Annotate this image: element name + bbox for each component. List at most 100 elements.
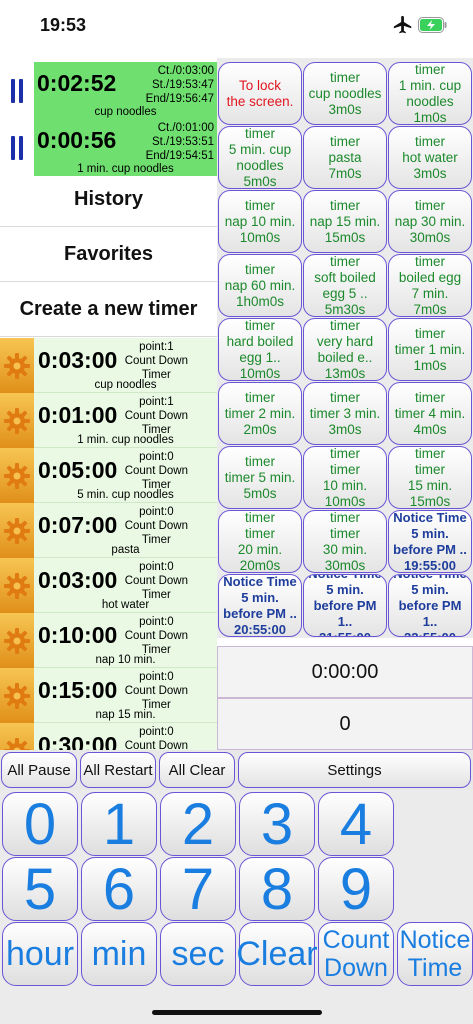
count-down-key[interactable]: Count Down xyxy=(318,922,394,986)
preset-line: 5m0s xyxy=(243,485,277,501)
hour-key[interactable]: hour xyxy=(2,922,78,986)
notice-time-key[interactable]: Notice Time xyxy=(397,922,473,986)
timer-item-body[interactable]: 0:03:00 point:0 Count Down Timer hot water xyxy=(34,558,217,613)
preset-line: 5m0s xyxy=(243,173,277,189)
running-timer[interactable]: 0:00:56 Ct./0:01:00 St./19:53:51 End/19:… xyxy=(0,119,217,176)
lock-screen-button[interactable]: To lock the screen. xyxy=(218,62,302,125)
timer-list-item[interactable]: 0:01:00 point:1 Count Down Timer 1 min. cup … xyxy=(0,393,217,448)
timer-item-body[interactable]: 0:07:00 point:0 Count Down Timer pasta xyxy=(34,503,217,558)
preset-line: timer 3 min. xyxy=(309,405,381,421)
settings-button[interactable]: Settings xyxy=(238,752,471,788)
gear-icon[interactable] xyxy=(0,448,34,503)
preset-line: timer 5 min. xyxy=(224,469,296,485)
timer-preset-button[interactable]: timer nap 10 min. 10m0s xyxy=(218,190,302,253)
timer-preset-button[interactable]: timer timer 3 min. 3m0s xyxy=(303,382,387,445)
gear-icon[interactable] xyxy=(0,668,34,723)
preset-line: timer xyxy=(330,318,360,333)
digit-key[interactable]: 3 xyxy=(239,792,315,857)
count-display: 0 xyxy=(217,698,473,750)
timer-preset-button[interactable]: timer timer 20 min. 20m0s xyxy=(218,510,302,573)
notice-preset-button[interactable]: Notice Time5 min.before PM1..22:55:00 xyxy=(388,574,472,637)
timer-preset-button[interactable]: timer timer 4 min. 4m0s xyxy=(388,382,472,445)
favorites-button[interactable]: Favorites xyxy=(0,228,217,282)
history-button[interactable]: History xyxy=(0,173,217,227)
timer-preset-button[interactable]: timer pasta 7m0s xyxy=(303,126,387,189)
timer-item-type: Count Down xyxy=(124,685,188,697)
preset-line: timer 1 min. xyxy=(394,341,466,357)
timer-list-item[interactable]: 0:03:00 point:0 Count Down Timer hot water xyxy=(0,558,217,613)
timer-list-item[interactable]: 0:30:00point:0Count DownTimer xyxy=(0,723,217,750)
pause-icon[interactable] xyxy=(0,119,34,176)
timer-preset-button[interactable]: timer timer 10 min. 10m0s xyxy=(303,446,387,509)
gear-icon[interactable] xyxy=(0,503,34,558)
timer-preset-button[interactable]: timer timer 1 min. 1m0s xyxy=(388,318,472,381)
preset-line: Notice Time xyxy=(389,575,471,582)
gear-icon[interactable] xyxy=(0,723,34,750)
timer-list-item[interactable]: 0:05:00 point:0 Count Down Timer 5 min. cup … xyxy=(0,448,217,503)
notice-preset-button[interactable]: Notice Time 5 min. before PM .. 19:55:00 xyxy=(388,510,472,573)
timer-item-body[interactable]: 0:15:00 point:0 Count Down Timer nap 15 min. xyxy=(34,668,217,723)
timer-preset-button[interactable]: timer hot water 3m0s xyxy=(388,126,472,189)
timer-preset-button[interactable]: timer very hard boiled e.. 13m0s xyxy=(303,318,387,381)
timer-preset-button[interactable]: timer timer 30 min. 30m0s xyxy=(303,510,387,573)
notice-preset-button[interactable]: Notice Time5 min.before PM1..21:55:00 xyxy=(303,574,387,637)
timer-list-item[interactable]: 0:07:00 point:0 Count Down Timer pasta xyxy=(0,503,217,558)
running-name: cup noodles xyxy=(94,106,157,118)
preset-line: 3m0s xyxy=(328,101,362,117)
timer-preset-button[interactable]: timer 5 min. cup noodles 5m0s xyxy=(218,126,302,189)
timer-item-body[interactable]: 0:30:00point:0Count DownTimer xyxy=(34,723,217,750)
preset-line: nap 10 min. xyxy=(224,213,296,229)
min-key[interactable]: min xyxy=(81,922,157,986)
preset-line: very hard xyxy=(316,333,374,349)
gear-icon[interactable] xyxy=(0,338,34,393)
gear-icon[interactable] xyxy=(0,393,34,448)
timer-preset-button[interactable]: timer nap 15 min. 15m0s xyxy=(303,190,387,253)
preset-line: timer xyxy=(415,325,445,341)
timer-item-point: point:0 xyxy=(139,561,174,573)
timer-preset-button[interactable]: timer nap 30 min. 30m0s xyxy=(388,190,472,253)
timer-item-body[interactable]: 0:01:00 point:1 Count Down Timer 1 min. cup … xyxy=(34,393,217,448)
timer-preset-button[interactable]: timer timer 15 min. 15m0s xyxy=(388,446,472,509)
digit-key[interactable]: 1 xyxy=(81,792,157,857)
digit-key[interactable]: 9 xyxy=(318,857,394,922)
timer-list-item[interactable]: 0:15:00 point:0 Count Down Timer nap 15 min. xyxy=(0,668,217,723)
gear-icon[interactable] xyxy=(0,613,34,668)
timer-preset-button[interactable]: timer nap 60 min. 1h0m0s xyxy=(218,254,302,317)
digit-key[interactable]: 8 xyxy=(239,857,315,922)
timer-item-name: nap 10 min. xyxy=(95,654,156,666)
all-pause-button[interactable]: All Pause xyxy=(1,752,77,788)
notice-preset-button[interactable]: Notice Time 5 min. before PM .. 20:55:00 xyxy=(218,574,302,637)
gear-icon[interactable] xyxy=(0,558,34,613)
all-restart-button[interactable]: All Restart xyxy=(80,752,156,788)
clear-key[interactable]: Clear xyxy=(236,922,318,986)
pause-icon[interactable] xyxy=(0,62,34,119)
timer-item-body[interactable]: 0:10:00 point:0 Count Down Timer nap 10 min. xyxy=(34,613,217,668)
timer-preset-button[interactable]: timer timer 2 min. 2m0s xyxy=(218,382,302,445)
digit-key[interactable]: 4 xyxy=(318,792,394,857)
timer-list-item[interactable]: 0:03:00 point:1 Count Down Timer cup noodles xyxy=(0,338,217,393)
digit-key[interactable]: 7 xyxy=(160,857,236,922)
timer-item-body[interactable]: 0:05:00 point:0 Count Down Timer 5 min. cup … xyxy=(34,448,217,503)
digit-key[interactable]: 5 xyxy=(2,857,78,922)
digit-key[interactable]: 6 xyxy=(81,857,157,922)
digit-key[interactable]: 0 xyxy=(2,792,78,857)
create-timer-button[interactable]: Create a new timer xyxy=(0,283,217,337)
timer-preset-button[interactable]: timer cup noodles 3m0s xyxy=(303,62,387,125)
timer-preset-button[interactable]: timer 1 min. cup noodles 1m0s xyxy=(388,62,472,125)
timer-preset-button[interactable]: timer timer 5 min. 5m0s xyxy=(218,446,302,509)
timer-item-body[interactable]: 0:03:00 point:1 Count Down Timer cup noodles xyxy=(34,338,217,393)
preset-line: timer xyxy=(245,261,275,277)
running-timer-body[interactable]: 0:00:56 Ct./0:01:00 St./19:53:51 End/19:… xyxy=(34,119,217,176)
running-timer-body[interactable]: 0:02:52 Ct./0:03:00 St./19:53:47 End/19:… xyxy=(34,62,217,119)
timer-preset-button[interactable]: timer boiled egg 7 min. 7m0s xyxy=(388,254,472,317)
running-timer[interactable]: 0:02:52 Ct./0:03:00 St./19:53:47 End/19:… xyxy=(0,62,217,119)
digit-key[interactable]: 2 xyxy=(160,792,236,857)
timer-list-item[interactable]: 0:10:00 point:0 Count Down Timer nap 10 min. xyxy=(0,613,217,668)
all-clear-button[interactable]: All Clear xyxy=(159,752,235,788)
running-time: 0:02:52 xyxy=(37,70,117,96)
preset-line: timer xyxy=(415,254,445,269)
preset-line: 20:55:00 xyxy=(233,621,287,637)
timer-preset-button[interactable]: timer hard boiled egg 1.. 10m0s xyxy=(218,318,302,381)
sec-key[interactable]: sec xyxy=(160,922,236,986)
timer-preset-button[interactable]: timer soft boiled egg 5 .. 5m30s xyxy=(303,254,387,317)
